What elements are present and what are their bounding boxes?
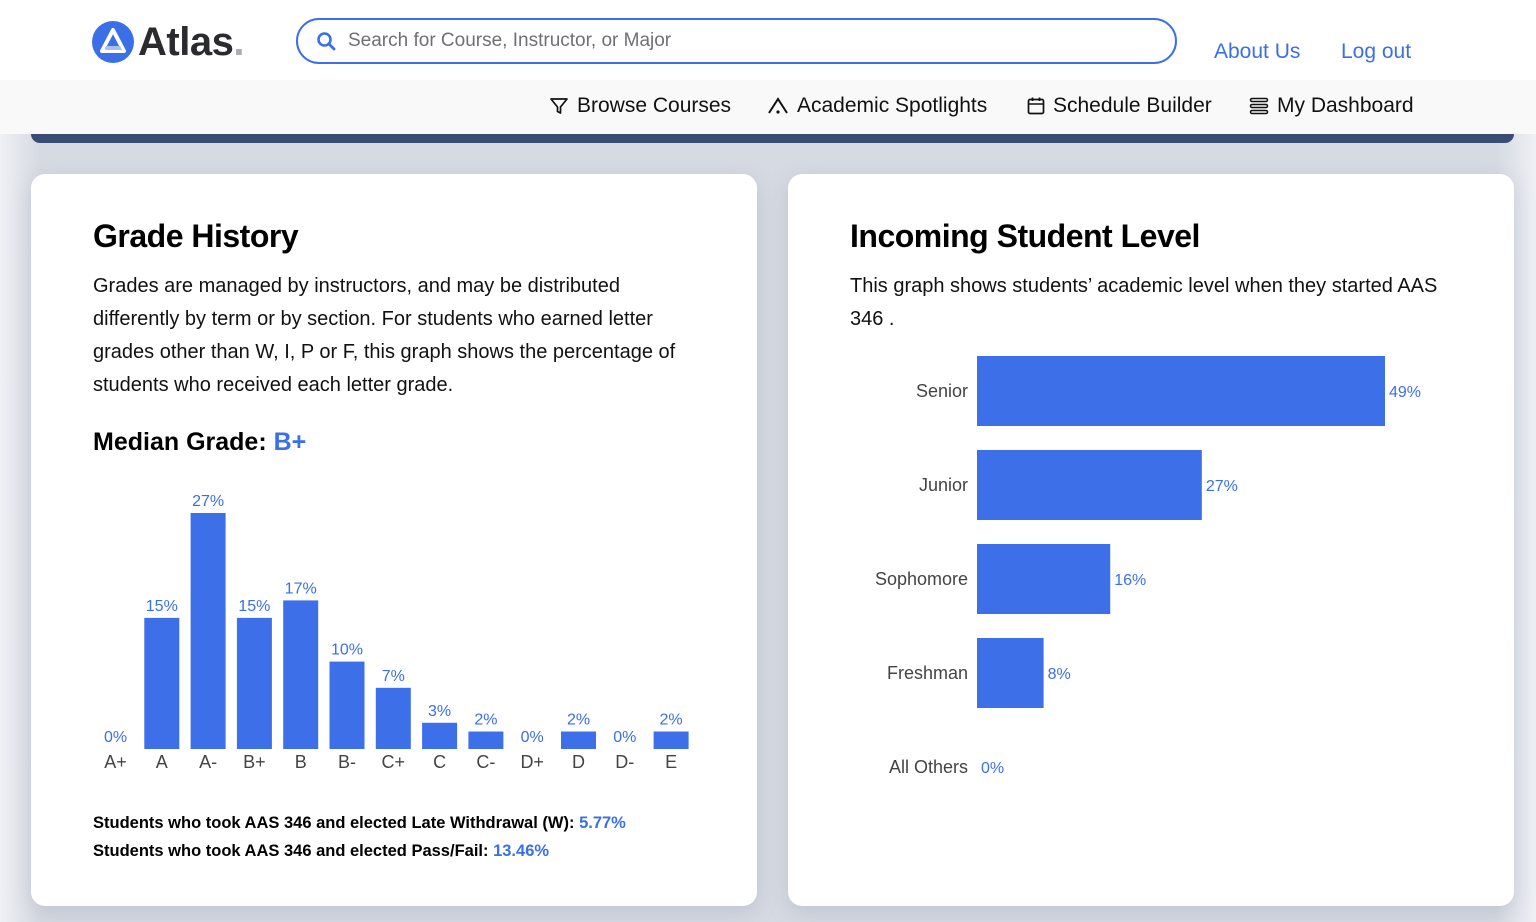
grade-bar-E <box>653 731 689 749</box>
late-withdrawal-value: 5.77% <box>579 814 626 832</box>
grade-category-label: B+ <box>243 752 266 772</box>
level-value-label: 27% <box>1206 478 1238 495</box>
nav-label: Academic Spotlights <box>797 94 988 117</box>
incoming-level-title: Incoming Student Level <box>850 218 1200 254</box>
pass-fail-value: 13.46% <box>493 842 550 860</box>
nav-my-dashboard[interactable]: My Dashboard <box>1249 94 1414 118</box>
search-icon <box>317 32 336 51</box>
top-header: Atlas. About Us Log out <box>0 0 1536 80</box>
main-nav: Browse Courses Academic Spotlights Sched… <box>0 80 1536 134</box>
grade-value-label: 15% <box>238 598 270 615</box>
grade-category-label: C- <box>476 752 495 772</box>
grade-bar-C+ <box>375 687 411 749</box>
grade-category-label: D <box>572 752 585 772</box>
grade-value-label: 7% <box>382 668 405 685</box>
level-category-label: Sophomore <box>875 569 968 589</box>
grade-value-label: 15% <box>146 598 178 615</box>
search-input[interactable] <box>348 30 1175 52</box>
late-withdrawal-label: Students who took AAS 346 and elected La… <box>93 814 575 832</box>
level-value-label: 16% <box>1114 572 1146 589</box>
grade-bar-A <box>144 617 180 749</box>
incoming-level-card: Incoming Student Level This graph shows … <box>788 174 1514 906</box>
grade-bar-A- <box>190 513 226 749</box>
grade-bar-B+ <box>236 617 272 749</box>
list-icon <box>1249 97 1269 115</box>
level-bar-junior <box>977 450 1202 520</box>
grade-value-label: 2% <box>660 712 683 729</box>
grade-bar-D <box>561 731 596 749</box>
level-bar-sophomore <box>977 544 1111 614</box>
grade-category-label: A- <box>199 752 217 772</box>
pass-fail-label: Students who took AAS 346 and elected Pa… <box>93 842 489 860</box>
grade-bar-C <box>422 722 458 749</box>
grade-category-label: B- <box>338 752 356 772</box>
grade-category-label: C <box>433 752 446 772</box>
level-bar-senior <box>977 356 1385 426</box>
grade-value-label: 0% <box>104 729 127 746</box>
level-value-label: 49% <box>1389 384 1421 401</box>
median-grade-label: Median Grade: <box>93 428 267 456</box>
level-category-label: All Others <box>889 757 968 777</box>
grade-category-label: D- <box>615 752 634 772</box>
grade-history-card: Grade History Grades are managed by inst… <box>31 174 757 906</box>
level-category-label: Freshman <box>887 663 968 683</box>
grade-distribution-chart: 0% A+ 15% A 27% A- 15% B+ 17% B 10% B- 7% C+ 3% C 2% C- 0%… <box>104 493 689 772</box>
nav-label: My Dashboard <box>1277 94 1414 117</box>
grade-value-label: 2% <box>567 712 590 729</box>
header-accent-stripe <box>31 134 1514 143</box>
grade-value-label: 10% <box>331 642 363 659</box>
grade-value-label: 27% <box>192 493 224 510</box>
median-grade-value: B+ <box>273 428 307 456</box>
grade-category-label: C+ <box>382 752 406 772</box>
grade-category-label: E <box>665 752 677 772</box>
level-value-label: 0% <box>981 760 1004 777</box>
about-us-link[interactable]: About Us <box>1214 40 1300 64</box>
brand-logo[interactable]: Atlas. <box>92 21 244 63</box>
grade-value-label: 17% <box>285 580 317 597</box>
nav-label: Browse Courses <box>577 94 732 117</box>
grade-value-label: 0% <box>521 729 544 746</box>
calendar-icon <box>1027 97 1045 115</box>
grade-value-label: 0% <box>613 729 636 746</box>
level-category-label: Junior <box>919 475 968 495</box>
nav-browse-courses[interactable]: Browse Courses <box>549 94 731 118</box>
level-bar-freshman <box>977 638 1044 708</box>
logout-link[interactable]: Log out <box>1341 40 1411 64</box>
median-grade: Median Grade: B+ <box>93 428 306 457</box>
level-category-label: Senior <box>916 381 968 401</box>
nav-schedule-builder[interactable]: Schedule Builder <box>1027 94 1212 118</box>
grade-value-label: 3% <box>428 703 451 720</box>
grade-bar-B- <box>329 661 365 749</box>
search-bar[interactable] <box>296 18 1177 64</box>
level-value-label: 8% <box>1048 666 1071 683</box>
nav-academic-spotlights[interactable]: Academic Spotlights <box>767 94 987 118</box>
grade-history-title: Grade History <box>93 218 299 254</box>
caret-up-icon <box>768 97 788 114</box>
grade-category-label: B <box>295 752 307 772</box>
brand-name: Atlas. <box>138 20 244 64</box>
grade-category-label: A+ <box>104 752 127 772</box>
nav-label: Schedule Builder <box>1053 94 1212 117</box>
grade-category-label: A <box>156 752 168 772</box>
atlas-logo-icon <box>92 21 134 63</box>
filter-icon <box>550 98 568 114</box>
grade-bar-C- <box>468 731 504 749</box>
incoming-level-description: This graph shows students’ academic leve… <box>850 275 1438 330</box>
grade-category-label: D+ <box>520 752 544 772</box>
late-withdrawal-stat: Students who took AAS 346 and elected La… <box>93 814 626 833</box>
grade-history-description: Grades are managed by instructors, and m… <box>93 275 676 396</box>
incoming-level-chart: Senior 49% Junior 27% Sophomore 16% Freshman 8%… <box>875 356 1421 777</box>
pass-fail-stat: Students who took AAS 346 and elected Pa… <box>93 842 549 861</box>
grade-bar-B <box>283 600 319 749</box>
grade-value-label: 2% <box>474 712 497 729</box>
